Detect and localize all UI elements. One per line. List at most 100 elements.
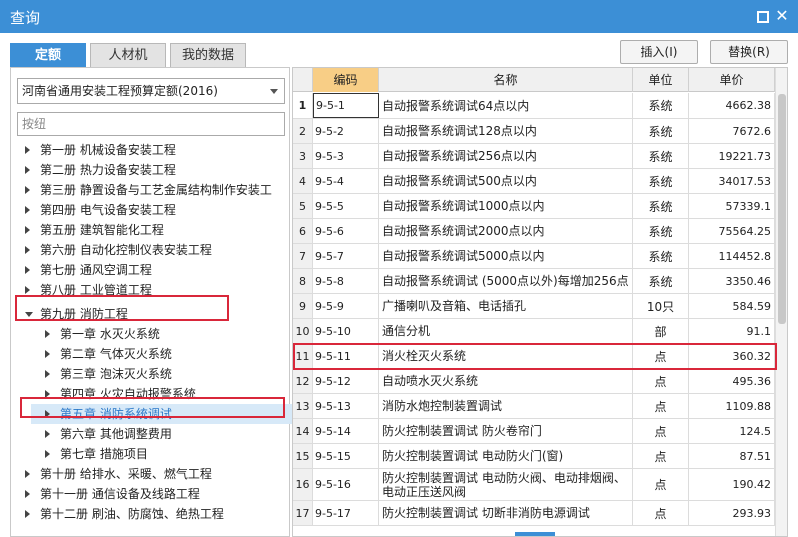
chevron-right-icon[interactable]	[45, 450, 50, 458]
row-name: 广播喇叭及音箱、电话插孔	[379, 294, 633, 318]
chevron-right-icon[interactable]	[25, 246, 30, 254]
table-row[interactable]: 17 9-5-17 防火控制装置调试 切断非消防电源调试点 293.93	[293, 501, 775, 526]
tree-item[interactable]: 第十二册 刷油、防腐蚀、绝热工程	[11, 504, 289, 524]
tree-item[interactable]: 第十一册 通信设备及线路工程	[11, 484, 289, 504]
tree-item[interactable]: 第五册 建筑智能化工程	[11, 220, 289, 240]
row-price: 190.42	[689, 469, 775, 500]
tree-item[interactable]: 第二章 气体灭火系统	[11, 344, 289, 364]
grid-header: 编码 名称 单位 单价	[293, 68, 787, 92]
row-index: 4	[293, 169, 313, 193]
row-name: 防火控制装置调试 切断非消防电源调试	[379, 501, 633, 525]
tree-item[interactable]: 第四册 电气设备安装工程	[11, 200, 289, 220]
maximize-icon[interactable]	[754, 8, 770, 24]
table-row[interactable]: 5 9-5-5 自动报警系统调试1000点以内 系统 57339.1	[293, 194, 775, 219]
tree-item[interactable]: 第十册 给排水、采暖、燃气工程	[11, 464, 289, 484]
row-code: 9-5-1	[313, 93, 379, 118]
row-code: 9-5-8	[313, 269, 379, 293]
chevron-right-icon[interactable]	[25, 266, 30, 274]
table-row[interactable]: 1 9-5-1 自动报警系统调试64点以内 系统 4662.38	[293, 93, 775, 119]
table-row[interactable]: 13 9-5-13 消防水炮控制装置调试点 1109.88	[293, 394, 775, 419]
table-row[interactable]: 4 9-5-4 自动报警系统调试500点以内 系统 34017.53	[293, 169, 775, 194]
tree-item[interactable]: 第七册 通风空调工程	[11, 260, 289, 280]
chevron-right-icon[interactable]	[25, 490, 30, 498]
row-price: 87.51	[689, 444, 775, 468]
tree-item-label: 第六章 其他调整费用	[60, 427, 172, 441]
row-name: 通信分机	[379, 319, 633, 343]
close-icon[interactable]: ✕	[774, 8, 790, 24]
row-name: 消防水炮控制装置调试	[379, 394, 633, 418]
chevron-right-icon[interactable]	[25, 286, 30, 294]
header-unit[interactable]: 单位	[633, 68, 689, 92]
row-price: 4662.38	[689, 93, 775, 118]
quota-library-dropdown[interactable]: 河南省通用安装工程预算定额(2016)	[17, 78, 285, 104]
vertical-scrollbar[interactable]	[775, 68, 787, 536]
row-unit: 10只	[633, 294, 689, 318]
row-name: 自动报警系统调试64点以内	[379, 93, 633, 118]
row-index: 16	[293, 469, 313, 500]
row-price: 293.93	[689, 501, 775, 525]
header-price[interactable]: 单价	[689, 68, 775, 92]
table-row[interactable]: 15 9-5-15 防火控制装置调试 电动防火门(窗) 点 87.51	[293, 444, 775, 469]
tree-item[interactable]: 第三册 静置设备与工艺金属结构制作安装工	[11, 180, 289, 200]
row-unit: 系统	[633, 119, 689, 143]
chevron-right-icon[interactable]	[25, 166, 30, 174]
header-name[interactable]: 名称	[379, 68, 633, 92]
chevron-right-icon[interactable]	[25, 510, 30, 518]
table-row[interactable]: 2 9-5-2 自动报警系统调试128点以内 系统 7672.6	[293, 119, 775, 144]
row-unit: 点	[633, 444, 689, 468]
table-row[interactable]: 8 9-5-8 自动报警系统调试 (5000点以外)每增加256点 系统 3350.46	[293, 269, 775, 294]
chevron-right-icon[interactable]	[25, 146, 30, 154]
highlight-box-volume-nine	[15, 295, 229, 321]
chevron-right-icon[interactable]	[45, 370, 50, 378]
tree-item[interactable]: 第一册 机械设备安装工程	[11, 140, 289, 160]
row-code: 9-5-7	[313, 244, 379, 268]
chevron-right-icon[interactable]	[25, 186, 30, 194]
chevron-right-icon[interactable]	[25, 226, 30, 234]
tree-item[interactable]: 第六册 自动化控制仪表安装工程	[11, 240, 289, 260]
tab-quota[interactable]: 定额	[10, 43, 86, 67]
highlight-box-chapter-five	[20, 397, 285, 418]
scrollbar-thumb[interactable]	[778, 94, 786, 324]
row-price: 19221.73	[689, 144, 775, 168]
row-name: 自动报警系统调试500点以内	[379, 169, 633, 193]
header-code[interactable]: 编码	[313, 68, 379, 92]
tree-item[interactable]: 第七章 措施项目	[11, 444, 289, 464]
row-unit: 点	[633, 469, 689, 500]
table-row[interactable]: 16 9-5-16 防火控制装置调试 电动防火阀、电动排烟阀、电动正压送风阀点 190…	[293, 469, 775, 501]
search-input[interactable]: 按纽	[17, 112, 285, 136]
tab-labor-material-machine[interactable]: 人材机	[90, 43, 166, 67]
table-row[interactable]: 7 9-5-7 自动报警系统调试5000点以内 系统 114452.8	[293, 244, 775, 269]
tree-item-label: 第二章 气体灭火系统	[60, 347, 172, 361]
row-index: 9	[293, 294, 313, 318]
chevron-right-icon[interactable]	[45, 430, 50, 438]
tree-item[interactable]: 第六章 其他调整费用	[11, 424, 289, 444]
table-row[interactable]: 6 9-5-6 自动报警系统调试2000点以内 系统 75564.25	[293, 219, 775, 244]
row-price: 114452.8	[689, 244, 775, 268]
chevron-right-icon[interactable]	[45, 330, 50, 338]
row-code: 9-5-13	[313, 394, 379, 418]
row-code: 9-5-10	[313, 319, 379, 343]
table-row[interactable]: 10 9-5-10 通信分机部 91.1	[293, 319, 775, 344]
table-row[interactable]: 9 9-5-9 广播喇叭及音箱、电话插孔 10只 584.59	[293, 294, 775, 319]
tree-item-label: 第五册 建筑智能化工程	[40, 223, 164, 237]
chevron-right-icon[interactable]	[45, 350, 50, 358]
tree-item[interactable]: 第三章 泡沫灭火系统	[11, 364, 289, 384]
chevron-right-icon[interactable]	[25, 206, 30, 214]
quota-library-value: 河南省通用安装工程预算定额(2016)	[22, 84, 218, 98]
row-price: 91.1	[689, 319, 775, 343]
insert-button[interactable]: 插入(I)	[620, 40, 698, 64]
tree-item-label: 第六册 自动化控制仪表安装工程	[40, 243, 212, 257]
row-code: 9-5-3	[313, 144, 379, 168]
tab-my-data[interactable]: 我的数据	[170, 43, 246, 67]
table-row[interactable]: 12 9-5-12 自动喷水灭火系统点 495.36	[293, 369, 775, 394]
row-name: 自动报警系统调试1000点以内	[379, 194, 633, 218]
chevron-right-icon[interactable]	[25, 470, 30, 478]
horizontal-scroll-indicator[interactable]	[515, 532, 555, 536]
table-row[interactable]: 3 9-5-3 自动报警系统调试256点以内 系统 19221.73	[293, 144, 775, 169]
replace-button[interactable]: 替换(R)	[710, 40, 788, 64]
table-row[interactable]: 14 9-5-14 防火控制装置调试 防火卷帘门点 124.5	[293, 419, 775, 444]
window-titlebar: 查询 ✕	[0, 0, 798, 33]
tree-item[interactable]: 第一章 水灭火系统	[11, 324, 289, 344]
row-code: 9-5-16	[313, 469, 379, 500]
tree-item[interactable]: 第二册 热力设备安装工程	[11, 160, 289, 180]
